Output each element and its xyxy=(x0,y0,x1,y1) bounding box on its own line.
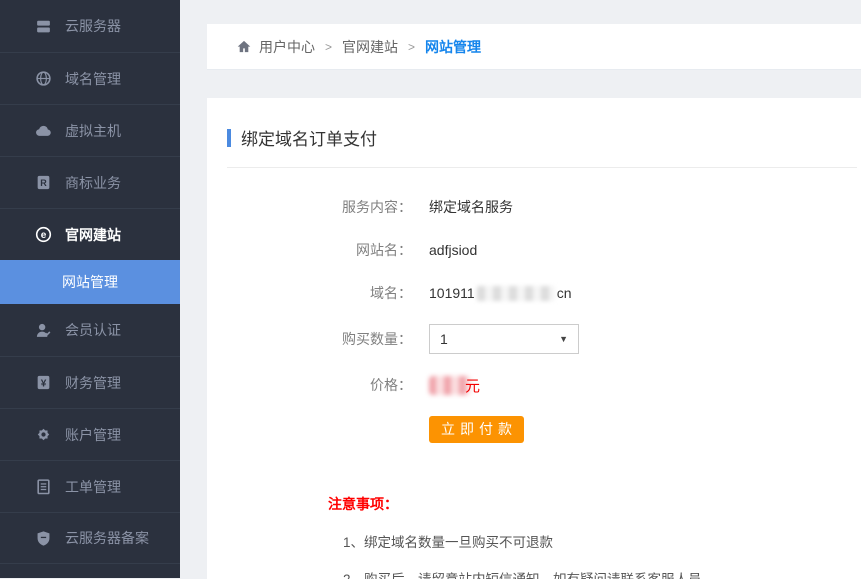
form-row-price: 价格： 元 xyxy=(207,373,861,397)
order-form: 服务内容： 绑定域名服务 网站名： adfjsiod 域名： 101911 cn… xyxy=(207,168,861,443)
quantity-label: 购买数量： xyxy=(207,329,412,349)
sidebar-item-label: 会员认证 xyxy=(65,320,121,340)
sidebar-item-website-build[interactable]: e 官网建站 xyxy=(0,208,180,260)
svg-text:¥: ¥ xyxy=(41,378,47,389)
price-unit: 元 xyxy=(465,375,480,396)
domain-value-prefix: 101911 xyxy=(429,285,475,301)
domain-label: 域名： xyxy=(207,283,412,303)
form-row-service: 服务内容： 绑定域名服务 xyxy=(207,195,861,219)
notice-item: 2、购买后，请留意站内短信通知，如有疑问请联系客服人员。 xyxy=(343,568,861,579)
sidebar-item-label: 云服务器 xyxy=(65,16,121,36)
sidebar-subitem-label: 网站管理 xyxy=(62,272,118,292)
domain-value: 101911 cn xyxy=(429,285,571,301)
home-icon xyxy=(236,39,252,54)
breadcrumb-item-site-manage: 网站管理 xyxy=(425,37,481,57)
sidebar-item-cloud-server[interactable]: 云服务器 xyxy=(0,0,180,52)
finance-icon: ¥ xyxy=(35,374,52,391)
sidebar: 云服务器 域名管理 虚拟主机 R 商标业务 e 官网建站 网站管理 会员认证 xyxy=(0,0,180,578)
breadcrumb-item-website-build[interactable]: 官网建站 xyxy=(342,37,398,57)
sidebar-item-label: 云服务器备案 xyxy=(65,528,149,548)
domain-icon xyxy=(35,70,52,87)
sidebar-item-virtual-host[interactable]: 虚拟主机 xyxy=(0,104,180,156)
sidebar-item-label: 财务管理 xyxy=(65,373,121,393)
price-label: 价格： xyxy=(207,375,412,395)
service-value: 绑定域名服务 xyxy=(429,197,513,217)
sitename-label: 网站名： xyxy=(207,240,412,260)
notice-section: 注意事项： 1、绑定域名数量一旦购买不可退款 2、购买后，请留意站内短信通知，如… xyxy=(328,494,861,579)
sidebar-item-member-auth[interactable]: 会员认证 xyxy=(0,304,180,356)
service-label: 服务内容： xyxy=(207,197,412,217)
member-auth-icon xyxy=(35,322,52,339)
sidebar-item-label: 官网建站 xyxy=(65,225,121,245)
svg-text:R: R xyxy=(40,178,47,188)
sitename-value: adfjsiod xyxy=(429,242,477,258)
sidebar-item-server-filing[interactable]: 云服务器备案 xyxy=(0,512,180,564)
sidebar-item-label: 工单管理 xyxy=(65,477,121,497)
sidebar-item-trademark[interactable]: R 商标业务 xyxy=(0,156,180,208)
account-gear-icon xyxy=(35,426,52,443)
website-build-icon: e xyxy=(35,226,52,243)
quantity-selected-value: 1 xyxy=(440,331,448,347)
sidebar-item-label: 虚拟主机 xyxy=(65,121,121,141)
breadcrumb-separator: > xyxy=(408,40,415,54)
page-title: 绑定域名订单支付 xyxy=(241,125,377,150)
work-order-icon xyxy=(35,478,52,495)
sidebar-item-domain[interactable]: 域名管理 xyxy=(0,52,180,104)
content-area: 用户中心 > 官网建站 > 网站管理 绑定域名订单支付 服务内容： 绑定域名服务… xyxy=(180,0,861,578)
quantity-field: 1 ▼ xyxy=(429,324,579,354)
sidebar-item-label: 商标业务 xyxy=(65,173,121,193)
svg-text:e: e xyxy=(41,230,47,241)
breadcrumb: 用户中心 > 官网建站 > 网站管理 xyxy=(207,24,861,70)
sidebar-item-account[interactable]: 账户管理 xyxy=(0,408,180,460)
panel-header: 绑定域名订单支付 xyxy=(227,98,857,168)
quantity-select[interactable]: 1 ▼ xyxy=(429,324,579,354)
trademark-icon: R xyxy=(35,174,52,191)
sidebar-item-label: 账户管理 xyxy=(65,425,121,445)
virtual-host-icon xyxy=(35,122,52,139)
form-row-domain: 域名： 101911 cn xyxy=(207,281,861,305)
chevron-down-icon: ▼ xyxy=(559,334,568,344)
sidebar-item-finance[interactable]: ¥ 财务管理 xyxy=(0,356,180,408)
pay-now-button[interactable]: 立即付款 xyxy=(429,416,524,443)
breadcrumb-item-user-center[interactable]: 用户中心 xyxy=(259,37,315,57)
notice-item: 1、绑定域名数量一旦购买不可退款 xyxy=(343,531,861,551)
filing-shield-icon xyxy=(35,530,52,547)
form-row-sitename: 网站名： adfjsiod xyxy=(207,238,861,262)
domain-redacted-blur xyxy=(477,286,555,301)
form-row-quantity: 购买数量： 1 ▼ xyxy=(207,324,861,354)
order-payment-panel: 绑定域名订单支付 服务内容： 绑定域名服务 网站名： adfjsiod 域名： … xyxy=(207,98,861,579)
sidebar-item-work-order[interactable]: 工单管理 xyxy=(0,460,180,512)
domain-value-suffix: cn xyxy=(557,285,572,301)
breadcrumb-separator: > xyxy=(325,40,332,54)
cloud-server-icon xyxy=(35,18,52,35)
price-value: 元 xyxy=(429,375,480,396)
title-accent-bar xyxy=(227,129,231,147)
notice-title: 注意事项： xyxy=(328,494,861,514)
sidebar-subitem-site-manage[interactable]: 网站管理 xyxy=(0,260,180,304)
sidebar-item-label: 域名管理 xyxy=(65,69,121,89)
